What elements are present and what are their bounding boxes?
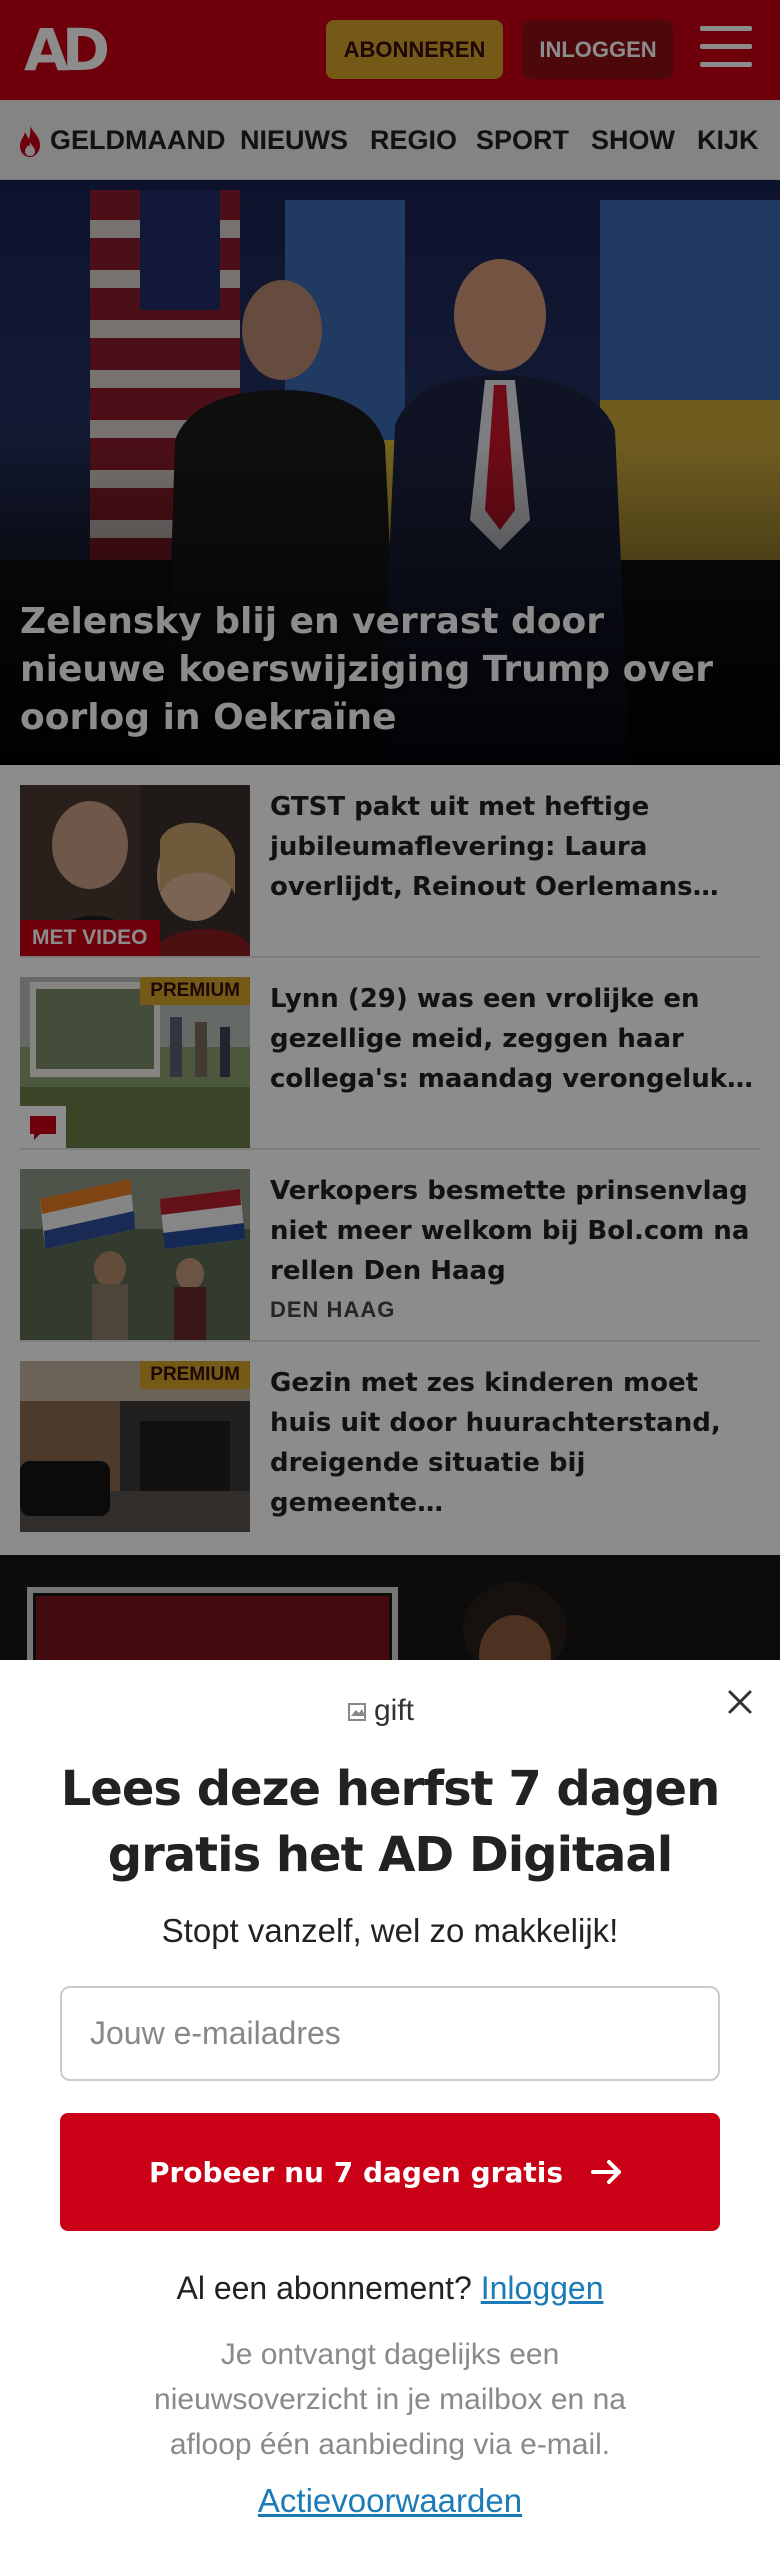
gift-icon: gift xyxy=(346,1694,414,1728)
email-input[interactable] xyxy=(60,1986,720,2081)
newsletter-info: Je ontvangt dagelijks een nieuwsoverzich… xyxy=(154,2338,626,2461)
already-text: Al een abonnement? xyxy=(176,2270,472,2306)
modal-title: Lees deze herfst 7 dagen gratis het AD D… xyxy=(60,1761,721,1883)
close-icon[interactable] xyxy=(720,1682,760,1722)
arrow-right-icon xyxy=(591,2160,622,2184)
modal-subtitle: Stopt vanzelf, wel zo makkelijk! xyxy=(161,1912,619,1949)
modal-login-link[interactable]: Inloggen xyxy=(481,2270,604,2306)
existing-subscription-line: Al een abonnement? Inloggen xyxy=(40,2270,740,2307)
terms-link[interactable]: Actievoorwaarden xyxy=(40,2482,740,2520)
trial-button-label: Probeer nu 7 dagen gratis xyxy=(148,2155,564,2189)
subscription-modal: gift Lees deze herfst 7 dagen gratis het… xyxy=(0,1660,780,2560)
gift-alt-text: gift xyxy=(374,1694,415,1727)
trial-button[interactable]: Probeer nu 7 dagen gratis xyxy=(60,2113,720,2231)
